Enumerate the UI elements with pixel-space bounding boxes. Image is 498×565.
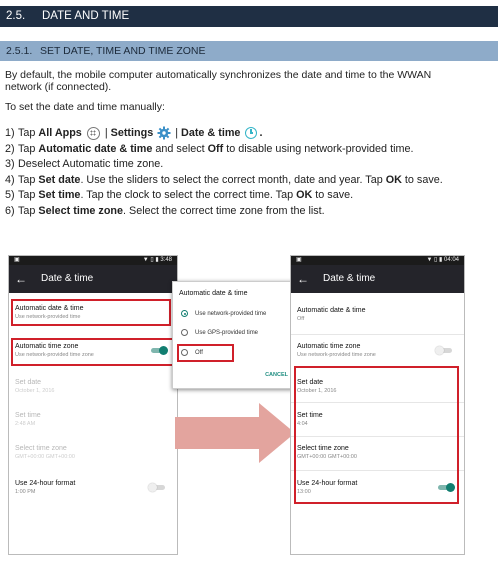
cancel-button[interactable]: CANCEL: [265, 372, 288, 378]
subsection-title: SET DATE, TIME AND TIME ZONE: [40, 45, 206, 57]
apps-icon: [86, 126, 100, 140]
step-4: 4) Tap Set date. Use the sliders to sele…: [5, 173, 443, 186]
clock-icon: [245, 127, 258, 140]
settings-gear-icon: [157, 126, 171, 140]
radio-icon[interactable]: [181, 329, 188, 336]
highlight-box: [177, 344, 234, 362]
subsection-heading-bar: 2.5.1. SET DATE, TIME AND TIME ZONE: [0, 41, 498, 61]
section-heading-bar: 2.5. DATE AND TIME: [0, 6, 498, 27]
automatic-date-time-dialog: Automatic date & time Use network-provid…: [172, 281, 295, 389]
setting-select-time-zone[interactable]: Select time zone GMT+00:00 GMT+00:00: [15, 444, 171, 461]
status-bar: ▣ ▼ ▯ ▮ 04:04: [291, 256, 464, 265]
subsection-number: 2.5.1.: [6, 45, 33, 57]
back-arrow-icon[interactable]: ←: [15, 265, 27, 293]
step-3: 3) Deselect Automatic time zone.: [5, 158, 164, 171]
option-gps-time[interactable]: Use GPS-provided time: [181, 329, 258, 337]
steps-list: 1) Tap All Apps | Settings | Date & time…: [5, 126, 495, 219]
dialog-title: Automatic date & time: [179, 290, 248, 297]
highlight-box: [294, 366, 459, 504]
app-bar-title: Date & time: [41, 273, 94, 284]
section-number: 2.5.: [6, 10, 26, 22]
highlight-box: [11, 299, 171, 326]
status-bar: ▣ ▼ ▯ ▮ 3:48: [9, 256, 177, 265]
step-5: 5) Tap Set time. Tap the clock to select…: [5, 189, 354, 202]
setting-set-time[interactable]: Set time 2:48 AM: [15, 411, 171, 428]
app-bar: ← Date & time: [291, 265, 464, 293]
setting-automatic-time-zone[interactable]: Automatic time zone Use network-provided…: [297, 342, 458, 359]
radio-selected-icon[interactable]: [181, 310, 188, 317]
24-hour-toggle[interactable]: [148, 482, 165, 492]
highlight-box: [11, 338, 175, 366]
app-bar-title: Date & time: [323, 273, 376, 284]
step-6: 6) Tap Select time zone. Select the corr…: [5, 204, 325, 217]
app-bar: ← Date & time: [9, 265, 177, 293]
intro-line-1: By default, the mobile computer automati…: [5, 69, 432, 81]
right-arrow-icon: [175, 403, 295, 463]
section-title: DATE AND TIME: [42, 10, 130, 22]
back-arrow-icon[interactable]: ←: [297, 265, 309, 293]
phone-screenshot-right: ▣ ▼ ▯ ▮ 04:04 ← Date & time Automatic da…: [290, 255, 465, 555]
step-1: 1) Tap All Apps | Settings | Date & time…: [5, 126, 263, 140]
intro-line-2: network (if connected).: [5, 81, 112, 93]
setting-set-date[interactable]: Set date October 1, 2016: [15, 378, 171, 395]
phone-screenshot-left: ▣ ▼ ▯ ▮ 3:48 ← Date & time Automatic dat…: [8, 255, 178, 555]
time-zone-toggle[interactable]: [435, 345, 452, 355]
setting-automatic-date-time[interactable]: Automatic date & time Off: [297, 306, 458, 323]
step-2: 2) Tap Automatic date & time and select …: [5, 142, 414, 155]
intro-line-3: To set the date and time manually:: [5, 101, 165, 113]
option-network-time[interactable]: Use network-provided time: [181, 310, 266, 318]
